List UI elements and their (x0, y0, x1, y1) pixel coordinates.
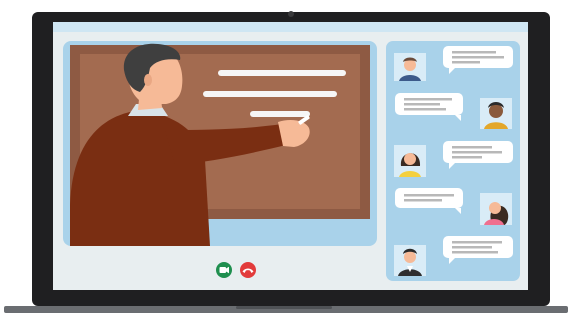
chalk-line-3 (250, 111, 310, 117)
chalk-line-1 (218, 70, 346, 76)
webcam-icon (288, 11, 294, 17)
teacher-ear (144, 74, 152, 86)
video-toggle-button[interactable] (216, 262, 232, 278)
laptop-notch (236, 306, 332, 309)
laptop-video-call-illustration (4, 11, 568, 313)
illustration-root (0, 0, 568, 313)
screen-topbar (53, 22, 528, 32)
camera-icon (219, 267, 226, 273)
chalk-line-2 (203, 91, 337, 97)
chat-bubble (395, 188, 463, 208)
end-call-button[interactable] (240, 262, 256, 278)
